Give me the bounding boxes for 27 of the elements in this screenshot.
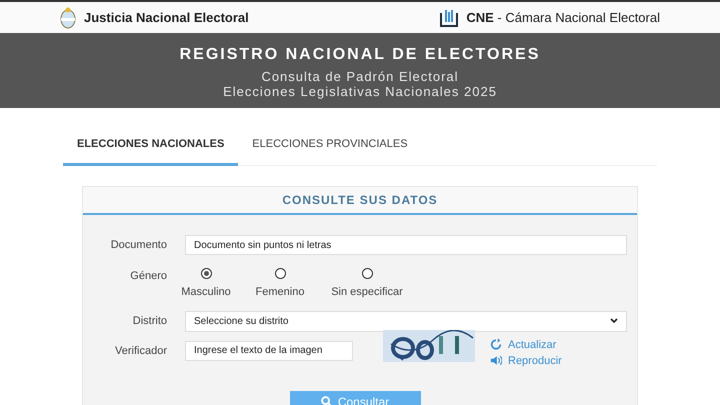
emblem-icon xyxy=(60,6,76,28)
verifier-field[interactable]: Ingrese el texto de la imagen xyxy=(185,340,353,360)
field-label: Género xyxy=(129,269,167,284)
field-label: Verificador xyxy=(114,344,167,358)
document-field[interactable]: Documento sin puntos ni letras xyxy=(185,235,627,255)
field-label: Distrito xyxy=(132,314,167,328)
speaker-icon xyxy=(490,354,502,367)
building-icon xyxy=(440,8,458,26)
banner-subtitle: Consulta de Padrón Electoral xyxy=(261,68,459,84)
banner-subtitle: Elecciones Legislativas Nacionales 2025 xyxy=(223,84,497,98)
chevron-down-icon xyxy=(610,318,618,324)
district-select[interactable]: Seleccione su distrito xyxy=(185,310,627,332)
site-title[interactable]: Justicia Nacional Electoral xyxy=(84,8,249,28)
radio-button[interactable] xyxy=(274,268,286,279)
radio-label[interactable]: Femenino xyxy=(256,284,304,300)
search-icon xyxy=(320,396,332,405)
form-heading: CONSULTE SUS DATOS xyxy=(83,187,637,215)
radio-button[interactable] xyxy=(362,268,372,279)
radio-label[interactable]: Sin especificar xyxy=(331,284,403,300)
tab[interactable]: ELECCIONES PROVINCIALES xyxy=(238,126,422,166)
banner-title: REGISTRO NACIONAL DE ELECTORES xyxy=(180,44,540,64)
radio-label[interactable]: Masculino xyxy=(181,284,231,300)
field-label: Documento xyxy=(110,238,167,253)
tab[interactable]: ELECCIONES NACIONALES xyxy=(63,126,238,166)
refresh-icon xyxy=(490,338,502,351)
radio-button[interactable] xyxy=(200,268,212,279)
cne-title[interactable]: CNE - Cámara Nacional Electoral xyxy=(466,8,660,28)
